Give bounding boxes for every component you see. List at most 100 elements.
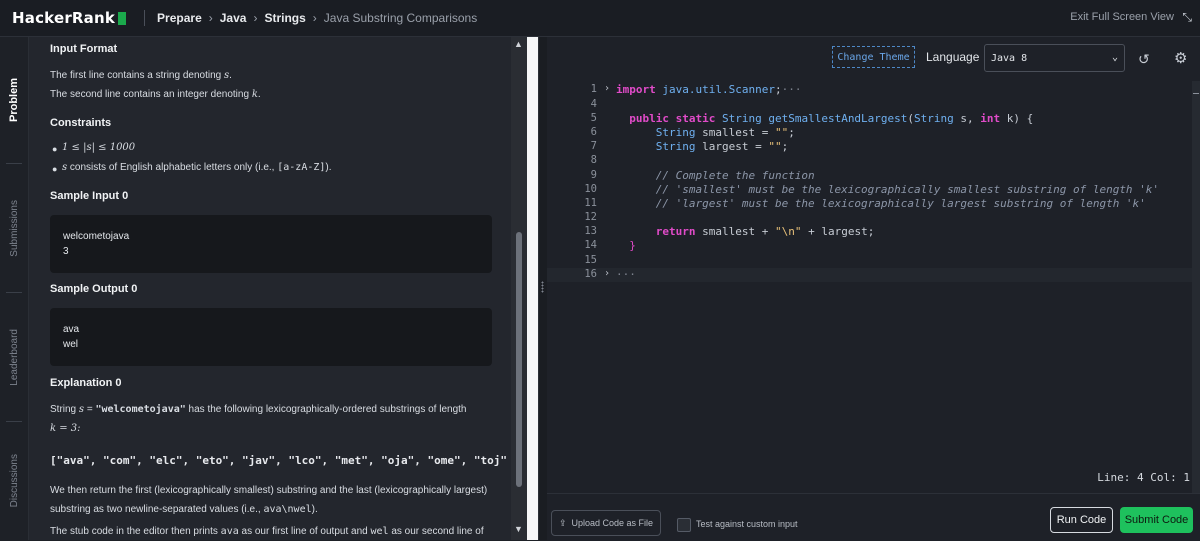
breadcrumb-strings[interactable]: Strings xyxy=(264,11,305,25)
tab-submissions-label: Submissions xyxy=(8,199,20,257)
breadcrumb-current: Java Substring Comparisons xyxy=(323,11,478,25)
tab-leaderboard[interactable]: Leaderboard xyxy=(0,293,28,421)
change-theme-button[interactable]: Change Theme xyxy=(832,46,915,68)
text: String xyxy=(50,404,79,415)
exit-fullscreen-link[interactable]: Exit Full Screen View xyxy=(1070,11,1174,23)
line-number: 5 xyxy=(590,112,597,124)
panel-gutter xyxy=(527,37,538,540)
editor-scrollbar[interactable] xyxy=(1192,81,1200,493)
code-comment: // 'smallest' must be the lexicographica… xyxy=(616,183,1160,196)
bullet-icon: ● xyxy=(52,144,58,154)
submit-code-button[interactable]: Submit Code xyxy=(1120,507,1193,533)
breadcrumb-java[interactable]: Java xyxy=(220,11,247,25)
return-line-2: substring as two newline-separated value… xyxy=(50,504,318,515)
code-text: return smallest + "\n" + largest; xyxy=(655,225,875,238)
breadcrumb-prepare[interactable]: Prepare xyxy=(157,11,202,25)
fold-chevron-icon[interactable]: › xyxy=(604,268,610,279)
code-text: "welcometojava" xyxy=(95,404,186,415)
custom-input-label[interactable]: Test against custom input xyxy=(696,519,798,529)
history-icon[interactable]: ↺ xyxy=(1138,51,1150,68)
tab-problem[interactable]: Problem xyxy=(0,37,28,163)
tab-discussions-label: Discussions xyxy=(8,454,20,508)
explanation-line-1: String s = "welcometojava" has the follo… xyxy=(50,404,466,415)
collapse-fullscreen-icon[interactable]: ⤡ xyxy=(1182,10,1192,25)
scrollbar-thumb[interactable] xyxy=(516,232,522,487)
line-number: 7 xyxy=(590,140,597,152)
text: ). xyxy=(325,162,332,173)
editor-action-bar: ⇪ Upload Code as File Test against custom… xyxy=(547,493,1200,541)
code-line: 10 // 'smallest' must be the lexicograph… xyxy=(547,183,1192,197)
code-area[interactable]: 1 › import java.util.Scanner;··· 4 5 publi… xyxy=(547,81,1192,493)
code-text: [a-zA-Z] xyxy=(277,162,326,173)
code-editor-panel: Change Theme Language Java 8 ⌄ ↺ ⚙ 1 › impo… xyxy=(547,37,1200,493)
code-text: String largest = ""; xyxy=(655,140,789,153)
text: as our second line of xyxy=(388,526,484,537)
input-format-line-1: The first line contains a string denotin… xyxy=(50,70,232,81)
sample-input-box: welcometojava 3 xyxy=(50,215,492,273)
scrollbar-marker xyxy=(1193,93,1199,94)
text: The second line contains an integer deno… xyxy=(50,89,252,100)
chevron-right-icon: › xyxy=(253,11,258,25)
code-text: ··· xyxy=(616,268,636,281)
sample-output-line: ava xyxy=(63,324,80,335)
upload-code-button[interactable]: ⇪ Upload Code as File xyxy=(551,510,661,536)
input-format-line-2: The second line contains an integer deno… xyxy=(50,89,261,100)
gear-icon[interactable]: ⚙ xyxy=(1174,49,1187,67)
code-line: 15 xyxy=(547,254,1192,268)
code-text: wel xyxy=(370,526,389,537)
problem-scrollbar[interactable]: ▲ ▼ xyxy=(511,37,527,540)
language-select[interactable]: Java 8 ⌄ xyxy=(984,44,1125,72)
text: consists of English alphabetic letters o… xyxy=(67,162,278,173)
sample-output-box: ava wel xyxy=(50,308,492,366)
line-number: 6 xyxy=(590,126,597,138)
code-line: 7 String largest = ""; xyxy=(547,140,1192,154)
text: as our first line of output and xyxy=(238,526,371,537)
code-text: public static String getSmallestAndLarge… xyxy=(629,112,1034,125)
text: The stub code in the editor then prints xyxy=(50,526,221,537)
sample-input-line: welcometojava xyxy=(63,231,130,242)
return-line-1: We then return the first (lexicographica… xyxy=(50,485,488,496)
line-number: 8 xyxy=(590,154,597,166)
text: . xyxy=(229,70,232,81)
upload-label: Upload Code as File xyxy=(571,518,654,528)
sample-output-heading: Sample Output 0 xyxy=(50,283,138,295)
text: ). xyxy=(311,504,318,515)
sample-output-line: wel xyxy=(63,339,79,350)
explanation-heading: Explanation 0 xyxy=(50,377,122,389)
code-line-active: 16 › ··· xyxy=(547,268,1192,282)
line-number: 4 xyxy=(590,98,597,110)
tab-submissions[interactable]: Submissions xyxy=(0,164,28,292)
line-number: 16 xyxy=(584,268,597,280)
custom-input-checkbox[interactable] xyxy=(677,518,691,532)
constraint-1: 1 ≤ |s| ≤ 1000 xyxy=(62,142,136,153)
tab-leaderboard-label: Leaderboard xyxy=(8,328,20,386)
code-text: ava\nwel xyxy=(263,504,312,515)
fold-chevron-icon[interactable]: › xyxy=(604,83,610,94)
drag-handle-icon[interactable] xyxy=(541,281,544,293)
code-line: 6 String smallest = ""; xyxy=(547,126,1192,140)
tab-problem-label: Problem xyxy=(8,77,20,122)
code-line: 14 } xyxy=(547,239,1192,253)
code-comment: // Complete the function xyxy=(616,169,815,182)
pane-splitter[interactable] xyxy=(538,37,547,540)
code-line: 9 // Complete the function xyxy=(547,169,1192,183)
sidebar: Problem Submissions Leaderboard Discussi… xyxy=(0,37,29,540)
code-text: } xyxy=(629,239,636,252)
line-number: 1 xyxy=(590,83,597,95)
language-label: Language xyxy=(926,50,980,64)
text: The first line contains a string denotin… xyxy=(50,70,224,81)
tab-discussions[interactable]: Discussions xyxy=(0,422,28,540)
language-value: Java 8 xyxy=(991,53,1028,64)
run-code-button[interactable]: Run Code xyxy=(1050,507,1113,533)
code-line: 11 // 'largest' must be the lexicographi… xyxy=(547,197,1192,211)
text: . xyxy=(257,89,261,100)
hackerrank-logo[interactable]: HackerRank xyxy=(12,9,127,27)
text: has the following lexicographically-orde… xyxy=(185,404,467,415)
text: substring as two newline-separated value… xyxy=(50,504,264,515)
code-text: import java.util.Scanner;··· xyxy=(616,83,802,96)
stub-line: The stub code in the editor then prints … xyxy=(50,526,484,537)
sample-input-line: 3 xyxy=(63,246,69,257)
scroll-up-icon[interactable]: ▲ xyxy=(514,39,523,49)
constraints-heading: Constraints xyxy=(50,117,112,129)
scroll-down-icon[interactable]: ▼ xyxy=(514,524,523,534)
